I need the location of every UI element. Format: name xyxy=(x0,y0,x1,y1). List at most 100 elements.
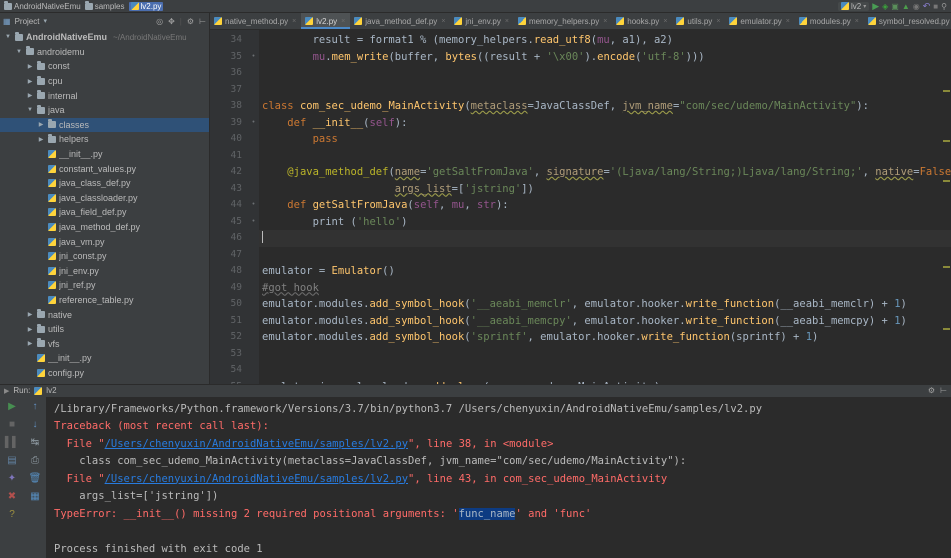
fold-marker[interactable] xyxy=(248,329,259,346)
help-icon[interactable]: ? xyxy=(7,509,18,520)
editor-tab[interactable]: emulator.py× xyxy=(725,13,794,29)
tree-item[interactable]: reference_table.py xyxy=(0,293,209,308)
chevron-right-icon[interactable]: ▶ xyxy=(26,340,34,347)
fold-marker[interactable] xyxy=(248,313,259,330)
editor-tab[interactable]: jni_env.py× xyxy=(450,13,514,29)
hide-icon[interactable]: ⊢ xyxy=(199,17,206,26)
code-line[interactable]: result = format1 % (memory_helpers.read_… xyxy=(259,32,951,49)
chevron-right-icon[interactable]: ▶ xyxy=(26,311,34,318)
fold-marker[interactable] xyxy=(248,263,259,280)
chevron-right-icon[interactable]: ▶ xyxy=(26,78,34,85)
editor-scrollbar[interactable] xyxy=(941,30,951,384)
tree-item[interactable]: ▶const xyxy=(0,59,209,74)
code-line[interactable]: emulator.modules.add_symbol_hook('sprint… xyxy=(259,329,951,346)
fold-marker[interactable] xyxy=(248,362,259,379)
thread-dump-icon[interactable]: ✦ xyxy=(7,473,18,484)
chevron-right-icon[interactable]: ▶ xyxy=(37,121,45,128)
close-icon[interactable]: × xyxy=(603,18,607,25)
tree-item[interactable]: ▶classes xyxy=(0,118,209,133)
editor-tab[interactable]: hooks.py× xyxy=(612,13,672,29)
chevron-right-icon[interactable]: ▶ xyxy=(37,136,45,143)
code-content[interactable]: result = format1 % (memory_helpers.read_… xyxy=(259,30,951,384)
editor-tab[interactable]: memory_helpers.py× xyxy=(514,13,612,29)
coverage-icon[interactable]: ▣ xyxy=(891,2,899,11)
tree-item[interactable]: __init__.py xyxy=(0,351,209,366)
traceback-file-link[interactable]: /Users/chenyuxin/AndroidNativeEmu/sample… xyxy=(105,473,408,485)
tree-item[interactable]: java_class_def.py xyxy=(0,176,209,191)
stop-icon[interactable]: ▌▌ xyxy=(7,437,18,448)
tree-item[interactable]: config.py xyxy=(0,366,209,381)
chevron-down-icon[interactable]: ▼ xyxy=(4,34,12,40)
code-folding-gutter[interactable]: •••• xyxy=(248,30,259,384)
close-icon[interactable]: × xyxy=(441,18,445,25)
tree-item[interactable]: ▶helpers xyxy=(0,132,209,147)
undo-icon[interactable]: ↶ xyxy=(923,1,931,12)
fold-marker[interactable] xyxy=(248,32,259,49)
traceback-file-link[interactable]: /Users/chenyuxin/AndroidNativeEmu/sample… xyxy=(105,438,408,450)
collapse-icon[interactable]: ◎ xyxy=(156,17,163,26)
locate-icon[interactable]: ✥ xyxy=(168,17,175,26)
tree-item[interactable]: ▶native xyxy=(0,307,209,322)
chevron-down-icon[interactable]: ▼ xyxy=(15,49,23,55)
fold-marker[interactable] xyxy=(248,98,259,115)
breadcrumb-item-samples[interactable]: samples xyxy=(85,2,125,11)
trash-icon[interactable]: 🗑 xyxy=(30,473,41,484)
print-icon[interactable]: ⎙ xyxy=(30,455,41,466)
tree-item[interactable]: ▶vfs xyxy=(0,336,209,351)
close-icon[interactable]: × xyxy=(663,18,667,25)
tree-item[interactable]: jni_const.py xyxy=(0,249,209,264)
code-editor[interactable]: 3435363738394041424344454647484950515253… xyxy=(210,30,951,384)
editor-tab[interactable]: symbol_resolved.py× xyxy=(864,13,951,29)
tree-item[interactable]: jni_ref.py xyxy=(0,278,209,293)
chevron-down-icon[interactable]: ▼ xyxy=(26,107,34,113)
close-icon[interactable]: × xyxy=(341,18,345,25)
fold-marker[interactable]: • xyxy=(248,49,259,66)
code-line[interactable]: emulator.modules.add_symbol_hook('__aeab… xyxy=(259,296,951,313)
close-icon[interactable]: ✖ xyxy=(7,491,18,502)
fold-marker[interactable]: • xyxy=(248,115,259,132)
code-line[interactable]: mu.mem_write(buffer, bytes((result + '\x… xyxy=(259,49,951,66)
fold-marker[interactable] xyxy=(248,164,259,181)
code-line[interactable]: emulator = Emulator() xyxy=(259,263,951,280)
tree-item[interactable]: constant_values.py xyxy=(0,161,209,176)
tree-item[interactable]: ▼androidemu xyxy=(0,45,209,60)
rerun-icon[interactable]: ▶ xyxy=(7,401,18,412)
code-line[interactable]: args_list=['jstring']) xyxy=(259,181,951,198)
code-line[interactable]: @java_method_def(name='getSaltFromJava',… xyxy=(259,164,951,181)
tree-item[interactable]: java_vm.py xyxy=(0,234,209,249)
chevron-right-icon[interactable]: ▶ xyxy=(26,63,34,70)
search-icon[interactable]: ⚲ xyxy=(941,2,947,11)
code-line[interactable] xyxy=(259,65,951,82)
editor-tab[interactable]: lv2.py× xyxy=(301,13,350,29)
close-icon[interactable]: × xyxy=(505,18,509,25)
console-output[interactable]: /Library/Frameworks/Python.framework/Ver… xyxy=(46,397,951,558)
tree-item[interactable]: ▶internal xyxy=(0,88,209,103)
chevron-right-icon[interactable]: ▶ xyxy=(26,326,34,333)
code-line[interactable] xyxy=(259,346,951,363)
tree-item[interactable]: java_method_def.py xyxy=(0,220,209,235)
scroll-down-icon[interactable]: ↓ xyxy=(30,419,41,430)
tree-item[interactable]: emulator.py xyxy=(0,380,209,384)
tree-item[interactable]: ▶cpu xyxy=(0,74,209,89)
export-icon[interactable]: ▦ xyxy=(30,491,41,502)
fold-marker[interactable] xyxy=(248,148,259,165)
editor-tab[interactable]: utils.py× xyxy=(672,13,725,29)
editor-tab[interactable]: native_method.py× xyxy=(210,13,301,29)
stop-icon[interactable]: ◉ xyxy=(913,2,920,11)
code-line[interactable]: class com_sec_udemo_MainActivity(metacla… xyxy=(259,98,951,115)
code-line[interactable] xyxy=(259,148,951,165)
hide-icon[interactable]: ⊢ xyxy=(940,386,947,395)
project-tree[interactable]: ▼AndroidNativeEmu~/AndroidNativeEmu▼andr… xyxy=(0,29,209,384)
fold-marker[interactable] xyxy=(248,65,259,82)
stop-square-icon[interactable]: ■ xyxy=(933,2,938,11)
tree-item[interactable]: java_field_def.py xyxy=(0,205,209,220)
fold-marker[interactable] xyxy=(248,181,259,198)
console-icon[interactable]: ▤ xyxy=(7,455,18,466)
code-line[interactable]: def __init__(self): xyxy=(259,115,951,132)
close-icon[interactable]: × xyxy=(716,18,720,25)
fold-marker[interactable] xyxy=(248,230,259,247)
fold-marker[interactable] xyxy=(248,247,259,264)
gear-icon[interactable]: ⚙ xyxy=(187,17,194,26)
code-line[interactable] xyxy=(259,247,951,264)
code-line[interactable]: emulator.modules.add_symbol_hook('__aeab… xyxy=(259,313,951,330)
